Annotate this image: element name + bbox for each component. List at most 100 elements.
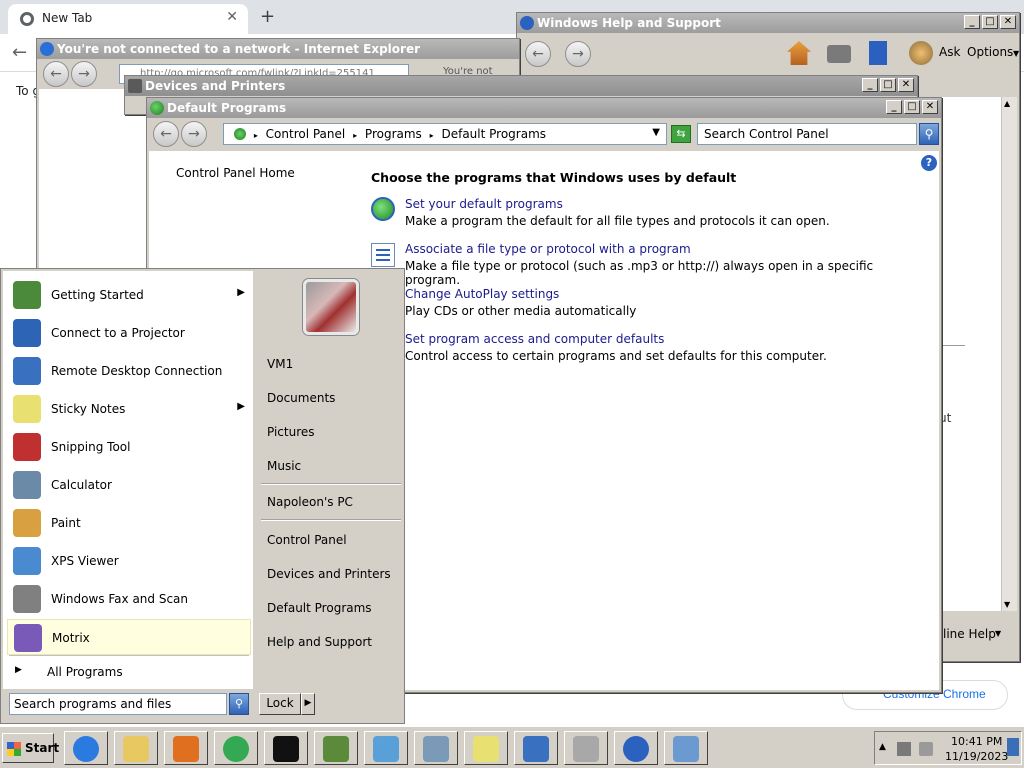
taskbar-button-control-panel[interactable] [664, 731, 708, 765]
browse-help-icon[interactable] [869, 41, 887, 65]
options-dropdown-icon[interactable]: ▼ [1013, 49, 1019, 58]
breadcrumb-control-panel[interactable]: Control Panel [266, 127, 346, 141]
start-item-control-panel[interactable]: Control Panel [267, 533, 347, 547]
search-control-panel-input[interactable]: Search Control Panel [697, 123, 917, 145]
start-program-item[interactable]: Calculator [7, 467, 251, 503]
start-program-item[interactable]: Windows Fax and Scan [7, 581, 251, 617]
chrome-tab-new-tab[interactable]: New Tab ✕ [8, 4, 248, 34]
refresh-button[interactable]: ⇆ [671, 125, 691, 143]
control-panel-home-link[interactable]: Control Panel Home [176, 166, 295, 180]
start-item-documents[interactable]: Documents [267, 391, 335, 405]
new-tab-plus-icon[interactable]: + [260, 6, 275, 27]
taskbar-button-calculator[interactable] [414, 731, 458, 765]
maximize-button[interactable]: □ [880, 78, 896, 92]
ie-forward-button[interactable]: → [71, 61, 97, 87]
scroll-up-icon[interactable]: ▲ [1004, 99, 1010, 108]
taskbar-button-help[interactable] [614, 731, 658, 765]
back-arrow-icon[interactable]: ← [12, 42, 27, 63]
taskbar-button-chrome[interactable] [214, 731, 258, 765]
help-scrollbar[interactable]: ▲ ▼ [1001, 97, 1017, 611]
breadcrumb-default-programs[interactable]: Default Programs [441, 127, 546, 141]
maximize-button[interactable]: □ [982, 15, 998, 29]
all-programs-button[interactable]: ▶ All Programs [7, 659, 251, 685]
start-program-item[interactable]: XPS Viewer [7, 543, 251, 579]
start-item-pictures[interactable]: Pictures [267, 425, 315, 439]
close-button[interactable]: ✕ [922, 100, 938, 114]
start-item-devices-printers[interactable]: Devices and Printers [267, 567, 391, 581]
submenu-arrow-icon[interactable]: ▶ [237, 401, 245, 412]
breadcrumb-programs[interactable]: Programs [365, 127, 422, 141]
start-program-item[interactable]: Remote Desktop Connection [7, 353, 251, 389]
start-item-music[interactable]: Music [267, 459, 301, 473]
taskbar-button-fax-scan[interactable] [564, 731, 608, 765]
close-button[interactable]: ✕ [898, 78, 914, 92]
ie-titlebar[interactable]: You're not connected to a network - Inte… [37, 39, 519, 59]
minimize-button[interactable]: _ [862, 78, 878, 92]
minimize-button[interactable]: _ [886, 100, 902, 114]
online-help-dropdown-icon[interactable]: ▼ [995, 629, 1001, 638]
breadcrumb-separator-icon[interactable]: ▸ [430, 131, 434, 140]
search-icon[interactable]: ⚲ [919, 123, 939, 145]
start-program-item[interactable]: Snipping Tool [7, 429, 251, 465]
scroll-down-icon[interactable]: ▼ [1004, 600, 1010, 609]
breadcrumb-separator-icon[interactable]: ▸ [353, 131, 357, 140]
options-menu[interactable]: Options [967, 45, 1013, 59]
associate-file-type-link[interactable]: Associate a file type or protocol with a… [405, 242, 925, 256]
start-program-item[interactable]: Paint [7, 505, 251, 541]
user-avatar[interactable] [303, 279, 359, 335]
start-item-computer[interactable]: Napoleon's PC [267, 495, 353, 509]
taskbar-button-remote-desktop[interactable] [514, 731, 558, 765]
taskbar-button-minecraft[interactable] [314, 731, 358, 765]
default-programs-titlebar[interactable]: Default Programs _ □ ✕ [147, 98, 941, 118]
lock-button[interactable]: Lock [259, 693, 301, 715]
help-forward-button[interactable]: → [565, 41, 591, 67]
start-item-user[interactable]: VM1 [267, 357, 293, 371]
start-item-help-support[interactable]: Help and Support [267, 635, 372, 649]
sticky-notes-icon [13, 395, 41, 423]
network-disconnected-icon[interactable] [897, 742, 911, 756]
clock-date[interactable]: 11/19/2023 [945, 750, 1008, 763]
start-program-item[interactable]: Sticky Notes ▶ [7, 391, 251, 427]
ie-back-button[interactable]: ← [43, 61, 69, 87]
online-help-menu[interactable]: line Help [943, 627, 996, 641]
help-icon[interactable]: ? [921, 155, 937, 171]
show-desktop-button[interactable] [1007, 738, 1019, 756]
start-program-item[interactable]: Connect to a Projector [7, 315, 251, 351]
set-default-programs-link[interactable]: Set your default programs [405, 197, 925, 211]
program-access-defaults-link[interactable]: Set program access and computer defaults [405, 332, 925, 346]
start-item-default-programs[interactable]: Default Programs [267, 601, 372, 615]
taskbar-button-internet-explorer[interactable] [64, 731, 108, 765]
close-button[interactable]: ✕ [1000, 15, 1016, 29]
clock-time[interactable]: 10:41 PM [951, 735, 1002, 748]
change-autoplay-link[interactable]: Change AutoPlay settings [405, 287, 925, 301]
start-program-item[interactable]: Motrix [7, 619, 251, 655]
help-titlebar[interactable]: Windows Help and Support _ □ ✕ [517, 13, 1019, 33]
devices-titlebar[interactable]: Devices and Printers _ □ ✕ [125, 76, 917, 96]
ask-icon[interactable] [909, 41, 933, 65]
start-button[interactable]: Start [2, 733, 59, 763]
show-hidden-icons-icon[interactable]: ▲ [879, 742, 886, 752]
start-search-input[interactable]: Search programs and files [9, 693, 227, 715]
taskbar-button-sticky-notes[interactable] [464, 731, 508, 765]
home-icon[interactable] [787, 41, 811, 65]
search-icon[interactable]: ⚲ [229, 693, 249, 715]
taskbar-button-media-player[interactable] [164, 731, 208, 765]
help-back-button[interactable]: ← [525, 41, 551, 67]
breadcrumb-separator-icon[interactable]: ▸ [254, 131, 258, 140]
start-program-item[interactable]: Getting Started ▶ [7, 277, 251, 313]
taskbar-button-paper-plane[interactable] [364, 731, 408, 765]
minimize-button[interactable]: _ [964, 15, 980, 29]
ask-label[interactable]: Ask [939, 45, 960, 59]
taskbar-button-file-explorer[interactable] [114, 731, 158, 765]
taskbar-button-command-prompt[interactable] [264, 731, 308, 765]
volume-muted-icon[interactable] [919, 742, 933, 756]
submenu-arrow-icon[interactable]: ▶ [237, 287, 245, 298]
back-button[interactable]: ← [153, 121, 179, 147]
print-icon[interactable] [827, 45, 851, 63]
forward-button[interactable]: → [181, 121, 207, 147]
history-dropdown-icon[interactable]: ▼ [652, 127, 660, 138]
breadcrumb[interactable]: ▸ Control Panel ▸ Programs ▸ Default Pro… [223, 123, 667, 145]
maximize-button[interactable]: □ [904, 100, 920, 114]
close-tab-icon[interactable]: ✕ [226, 9, 238, 25]
shutdown-options-arrow-icon[interactable]: ▶ [301, 693, 315, 715]
